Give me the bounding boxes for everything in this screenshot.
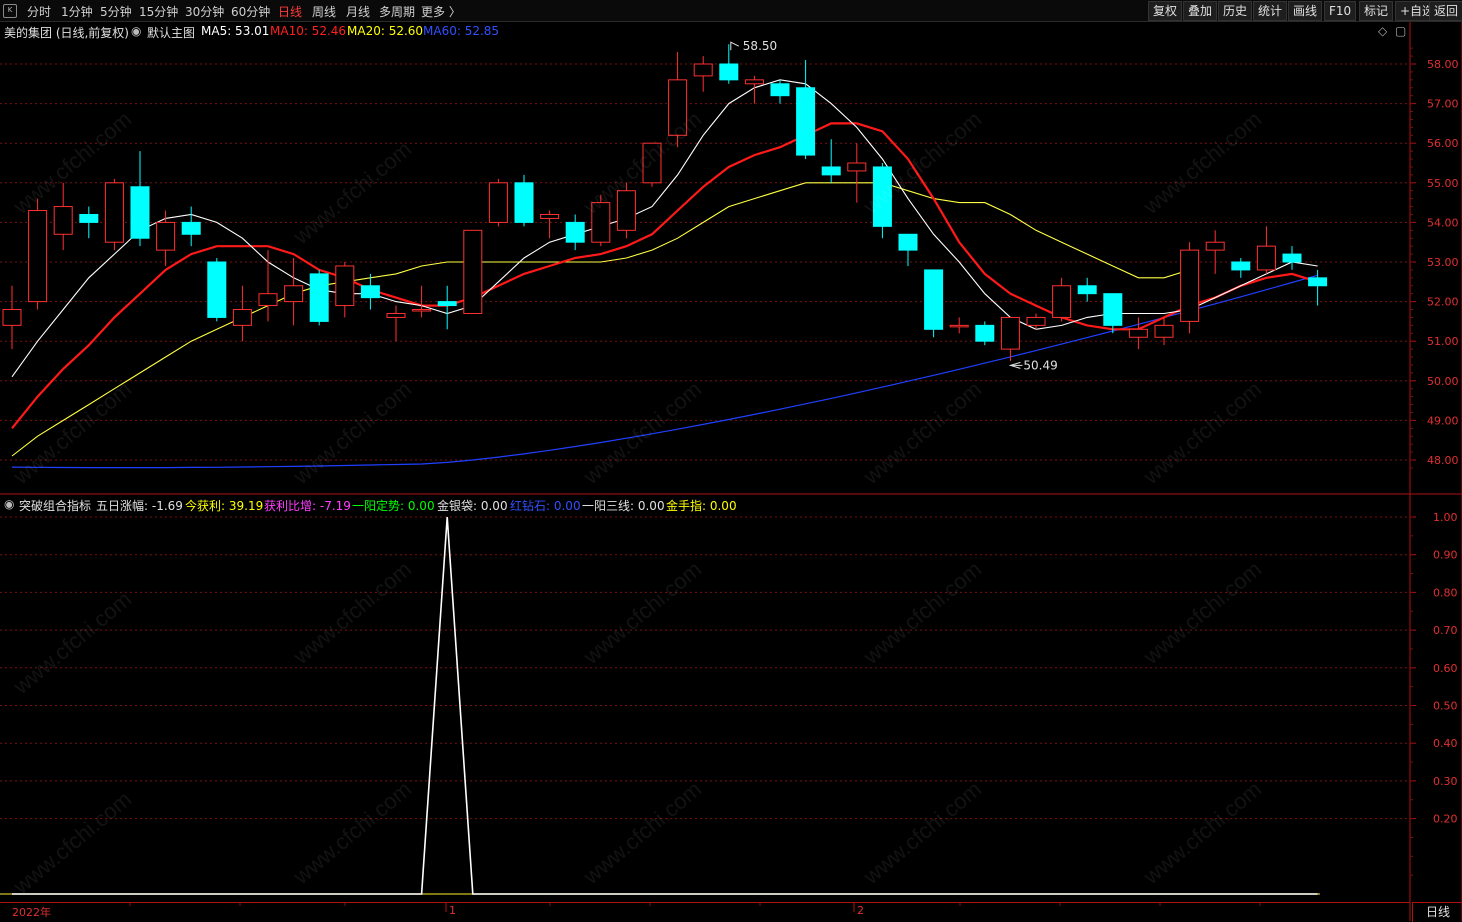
candle-body <box>463 229 483 314</box>
candle-body <box>1231 261 1251 271</box>
candle-body <box>565 221 585 243</box>
candle-body <box>207 261 227 318</box>
candle-body <box>53 206 73 235</box>
price-axis-label: 49.00 <box>1427 414 1459 427</box>
indicator-axis-label: 0.70 <box>1433 624 1458 637</box>
candle-body <box>898 233 918 251</box>
price-axis-label: 52.00 <box>1427 296 1459 309</box>
date-label-month-1: 1 <box>449 904 456 917</box>
indicator-axis-label: 1.00 <box>1433 511 1458 524</box>
candle-body <box>412 309 432 312</box>
candle-body <box>744 79 764 85</box>
price-axis-label: 55.00 <box>1427 177 1459 190</box>
candle-body <box>770 83 790 97</box>
candle-body <box>181 221 201 235</box>
candle-body <box>1103 293 1123 326</box>
period-indicator[interactable]: 日线 <box>1412 902 1462 922</box>
candle-body <box>949 324 969 328</box>
date-label-year: 2022年 <box>12 906 51 919</box>
indicator-axis-label: 0.60 <box>1433 662 1458 675</box>
candle-body <box>437 301 457 307</box>
candle-body <box>514 182 534 223</box>
candle-body <box>1180 249 1200 322</box>
candle-body <box>488 182 508 223</box>
candle-body <box>796 87 816 156</box>
candle-body <box>309 273 329 322</box>
price-axis-label: 50.00 <box>1427 375 1459 388</box>
indicator-axis-label: 0.30 <box>1433 775 1458 788</box>
candle-body <box>28 210 48 303</box>
candle-body <box>156 221 176 251</box>
price-axis-label: 51.00 <box>1427 335 1459 348</box>
low-price-label: 50.49 <box>1023 358 1057 372</box>
candle-body <box>975 324 995 342</box>
candle-body <box>1000 316 1020 350</box>
date-axis <box>0 902 1410 922</box>
candle-body <box>130 186 150 239</box>
date-label-month-2: 2 <box>857 904 864 917</box>
candle-body <box>540 213 560 219</box>
candle-body <box>1026 316 1046 326</box>
candle-body <box>1282 253 1302 263</box>
candle-body <box>693 63 713 77</box>
candle-body <box>284 285 304 303</box>
candle-body <box>821 166 841 176</box>
candle-body <box>719 63 739 81</box>
candle-body <box>1128 328 1148 338</box>
candle-body <box>1077 285 1097 295</box>
candle-body <box>1256 245 1276 271</box>
candle-body <box>386 312 406 318</box>
price-axis-label: 48.00 <box>1427 454 1459 467</box>
price-axis-label: 54.00 <box>1427 216 1459 229</box>
candle-body <box>360 285 380 299</box>
candle-body <box>1205 241 1225 251</box>
high-marker-arrow <box>730 41 740 51</box>
price-axis-label: 56.00 <box>1427 137 1459 150</box>
candle-body <box>79 213 99 223</box>
candle-body <box>847 162 867 172</box>
indicator-axis-label: 0.50 <box>1433 700 1458 713</box>
price-axis-label: 57.00 <box>1427 98 1459 111</box>
candle-body <box>1052 285 1072 318</box>
indicator-axis-label: 0.80 <box>1433 586 1458 599</box>
price-axis-label: 53.00 <box>1427 256 1459 269</box>
candle-body <box>924 269 944 330</box>
candle-body <box>232 309 252 326</box>
candle-body <box>258 293 278 307</box>
indicator-axis-label: 0.90 <box>1433 549 1458 562</box>
indicator-axis-label: 0.40 <box>1433 737 1458 750</box>
ma5-line <box>11 79 1318 378</box>
candle-body <box>335 265 355 307</box>
candle-body <box>104 182 124 243</box>
indicator-axis-label: 0.20 <box>1433 813 1458 826</box>
candle-body <box>1154 324 1174 338</box>
candle-body <box>2 309 22 326</box>
high-price-label: 58.50 <box>743 39 777 53</box>
candle-body <box>1308 277 1328 287</box>
price-axis-label: 58.00 <box>1427 58 1459 71</box>
